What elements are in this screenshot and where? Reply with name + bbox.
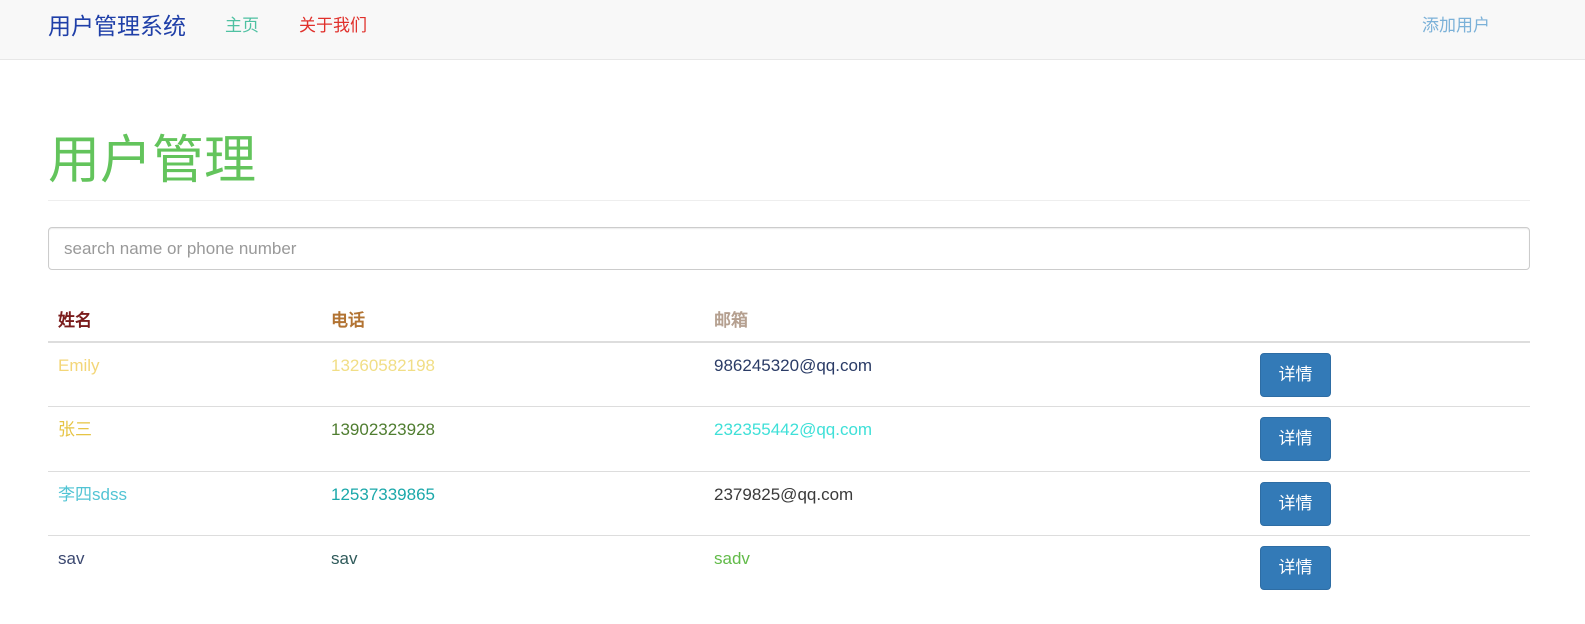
brand-link[interactable]: 用户管理系统: [48, 11, 186, 41]
user-phone-cell: 13902323928: [321, 406, 704, 472]
user-email-cell: 2379825@qq.com: [704, 471, 1250, 536]
page-title: 用户管理: [48, 132, 257, 190]
header-action: [1250, 296, 1530, 343]
header-name: 姓名: [48, 296, 321, 343]
detail-button[interactable]: 详情: [1260, 353, 1331, 397]
header-phone: 电话: [321, 296, 704, 343]
user-email-cell: 232355442@qq.com: [704, 406, 1250, 472]
user-name-cell: 李四sdss: [48, 471, 321, 536]
user-name-cell: 张三: [48, 406, 321, 472]
title-divider: [48, 200, 1530, 201]
user-email-cell: sadv: [714, 549, 750, 568]
user-phone-cell: sav: [331, 549, 358, 568]
users-table: 姓名 电话 邮箱 Emily 13260582198 986245320@qq.…: [48, 296, 1530, 600]
table-header-row: 姓名 电话 邮箱: [48, 296, 1530, 343]
nav-link-home[interactable]: 主页: [225, 15, 259, 37]
header-email: 邮箱: [704, 296, 1250, 343]
user-phone-cell: 12537339865: [321, 471, 704, 536]
user-action-cell: 详情: [1250, 342, 1530, 407]
user-name-cell: Emily: [48, 342, 321, 407]
detail-button[interactable]: 详情: [1260, 481, 1331, 526]
user-email-cell: 986245320@qq.com: [704, 342, 1250, 407]
user-action-cell: 详情: [1250, 536, 1530, 601]
table-row: Emily 13260582198 986245320@qq.com 详情: [48, 342, 1530, 407]
table-row: 张三 13902323928 232355442@qq.com 详情: [48, 406, 1530, 472]
user-name-cell: sav: [58, 549, 85, 568]
search-input[interactable]: [48, 227, 1530, 270]
nav-link-about[interactable]: 关于我们: [299, 15, 367, 37]
table-row: sav sav sadv 详情: [48, 536, 1530, 601]
add-user-link[interactable]: 添加用户: [1422, 15, 1490, 37]
user-action-cell: 详情: [1250, 471, 1530, 536]
table-row: 李四sdss 12537339865 2379825@qq.com 详情: [48, 471, 1530, 536]
detail-button[interactable]: 详情: [1260, 546, 1331, 590]
user-phone-cell: 13260582198: [321, 342, 704, 407]
user-action-cell: 详情: [1250, 406, 1530, 472]
navbar: 用户管理系统 主页 关于我们 添加用户: [0, 0, 1585, 60]
detail-button[interactable]: 详情: [1260, 417, 1331, 461]
